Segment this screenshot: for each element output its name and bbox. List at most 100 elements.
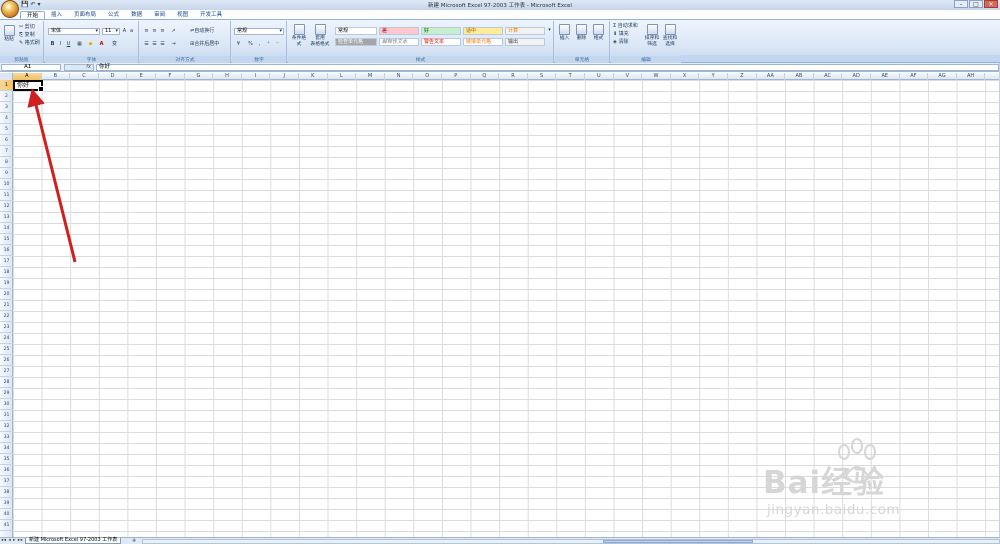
number-format-select[interactable]: 常规 — [234, 28, 284, 35]
insert-sheet-icon[interactable]: ✚ — [132, 538, 140, 544]
row-header-22[interactable]: 22 — [0, 311, 13, 322]
office-button[interactable] — [1, 0, 19, 18]
row-header-31[interactable]: 31 — [0, 410, 13, 421]
row-header-34[interactable]: 34 — [0, 443, 13, 454]
comma-button[interactable]: , — [256, 41, 263, 48]
underline-button[interactable]: U — [65, 41, 72, 48]
row-header-23[interactable]: 23 — [0, 322, 13, 333]
fill-color-icon[interactable]: ◆ — [87, 41, 94, 48]
column-header-ab[interactable]: AB — [785, 73, 814, 80]
row-header-2[interactable]: 2 — [0, 91, 13, 102]
column-header-m[interactable]: M — [356, 73, 385, 80]
save-icon[interactable]: 💾 — [21, 1, 28, 8]
column-header-d[interactable]: D — [99, 73, 128, 80]
find-select-button[interactable]: 查找和 选择 — [662, 24, 678, 47]
row-header-24[interactable]: 24 — [0, 333, 13, 344]
row-header-30[interactable]: 30 — [0, 399, 13, 410]
shrink-font-icon[interactable]: a — [128, 28, 135, 35]
grow-font-icon[interactable]: A — [121, 28, 128, 35]
format-cells-button[interactable]: 格式 — [591, 24, 606, 42]
column-header-n[interactable]: N — [385, 73, 414, 80]
row-header-13[interactable]: 13 — [0, 212, 13, 223]
row-header-5[interactable]: 5 — [0, 124, 13, 135]
row-header-39[interactable]: 39 — [0, 498, 13, 509]
cut-button[interactable]: ✂ 剪切 — [19, 24, 35, 31]
column-header-s[interactable]: S — [528, 73, 557, 80]
style-calculation[interactable]: 计算 — [505, 27, 545, 35]
row-header-35[interactable]: 35 — [0, 454, 13, 465]
style-check-cell[interactable]: 检查单元格 — [335, 38, 377, 46]
style-explanatory[interactable]: 解释性文本 — [379, 38, 419, 46]
column-header-x[interactable]: X — [671, 73, 700, 80]
qat-dropdown-icon[interactable]: ▾ — [38, 1, 41, 8]
column-header-p[interactable]: P — [442, 73, 471, 80]
row-header-21[interactable]: 21 — [0, 300, 13, 311]
row-header-12[interactable]: 12 — [0, 201, 13, 212]
font-color-icon[interactable]: A — [98, 41, 105, 48]
percent-button[interactable]: % — [247, 41, 254, 48]
insert-cells-button[interactable]: 插入 — [557, 24, 572, 42]
clear-button[interactable]: ◈ 清除 — [613, 39, 628, 46]
column-header-q[interactable]: Q — [471, 73, 500, 80]
style-warning[interactable]: 警告文本 — [421, 38, 461, 46]
sheet-nav-buttons[interactable]: ◂◂ ◂ ▸ ▸▸ — [1, 538, 23, 544]
column-header-k[interactable]: K — [299, 73, 328, 80]
paste-button[interactable]: 粘贴 — [2, 25, 16, 43]
align-right-icon[interactable]: ☰ — [159, 41, 166, 48]
row-header-3[interactable]: 3 — [0, 102, 13, 113]
fill-button[interactable]: ⬇ 填充 — [613, 31, 629, 38]
column-header-h[interactable]: H — [213, 73, 242, 80]
horizontal-scroll-thumb[interactable] — [603, 540, 753, 543]
style-normal[interactable]: 常规 — [335, 27, 377, 35]
formula-input[interactable]: 你好 — [96, 64, 999, 71]
column-header-f[interactable]: F — [156, 73, 185, 80]
column-header-g[interactable]: G — [185, 73, 214, 80]
currency-icon[interactable]: ¥ — [235, 41, 242, 48]
column-header-af[interactable]: AF — [900, 73, 929, 80]
orientation-icon[interactable]: ↗ — [170, 28, 177, 35]
bold-button[interactable]: B — [49, 41, 56, 48]
align-center-icon[interactable]: ☰ — [151, 41, 158, 48]
row-header-14[interactable]: 14 — [0, 223, 13, 234]
row-header-28[interactable]: 28 — [0, 377, 13, 388]
column-header-l[interactable]: L — [328, 73, 357, 80]
style-neutral[interactable]: 适中 — [463, 27, 503, 35]
select-all-corner[interactable] — [0, 73, 13, 80]
column-header-ac[interactable]: AC — [814, 73, 843, 80]
align-top-icon[interactable]: ≡ — [143, 28, 150, 35]
increase-decimal-icon[interactable]: ⁺ — [265, 41, 272, 48]
style-good[interactable]: 好 — [421, 27, 461, 35]
row-header-11[interactable]: 11 — [0, 190, 13, 201]
column-header-y[interactable]: Y — [699, 73, 728, 80]
row-header-19[interactable]: 19 — [0, 278, 13, 289]
column-header-e[interactable]: E — [127, 73, 156, 80]
name-box[interactable]: A1 — [1, 64, 61, 71]
format-painter-button[interactable]: ✎ 格式刷 — [19, 40, 40, 47]
row-header-16[interactable]: 16 — [0, 245, 13, 256]
row-header-37[interactable]: 37 — [0, 476, 13, 487]
active-cell-a1[interactable]: 你好 — [13, 80, 44, 92]
indent-icon[interactable]: ⇥ — [170, 41, 177, 48]
row-header-18[interactable]: 18 — [0, 267, 13, 278]
row-header-17[interactable]: 17 — [0, 256, 13, 267]
row-header-9[interactable]: 9 — [0, 168, 13, 179]
row-header-25[interactable]: 25 — [0, 344, 13, 355]
row-header-29[interactable]: 29 — [0, 388, 13, 399]
row-header-32[interactable]: 32 — [0, 421, 13, 432]
row-header-8[interactable]: 8 — [0, 157, 13, 168]
row-header-7[interactable]: 7 — [0, 146, 13, 157]
sheet-tab[interactable]: 新建 Microsoft Excel 97-2003 工作表 — [25, 538, 122, 544]
row-header-1[interactable]: 1 — [0, 80, 13, 91]
column-header-ag[interactable]: AG — [928, 73, 957, 80]
style-bad[interactable]: 差 — [379, 27, 419, 35]
row-header-41[interactable]: 41 — [0, 520, 13, 531]
autosum-button[interactable]: Σ 自动求和 — [613, 23, 638, 30]
font-size-select[interactable]: 11 — [102, 28, 120, 35]
maximize-button[interactable]: □ — [969, 0, 983, 8]
conditional-format-button[interactable]: 条件格式 — [290, 24, 308, 47]
row-header-40[interactable]: 40 — [0, 509, 13, 520]
sort-filter-button[interactable]: 排序和 筛选 — [644, 24, 660, 47]
row-header-26[interactable]: 26 — [0, 355, 13, 366]
row-header-27[interactable]: 27 — [0, 366, 13, 377]
align-left-icon[interactable]: ☰ — [143, 41, 150, 48]
